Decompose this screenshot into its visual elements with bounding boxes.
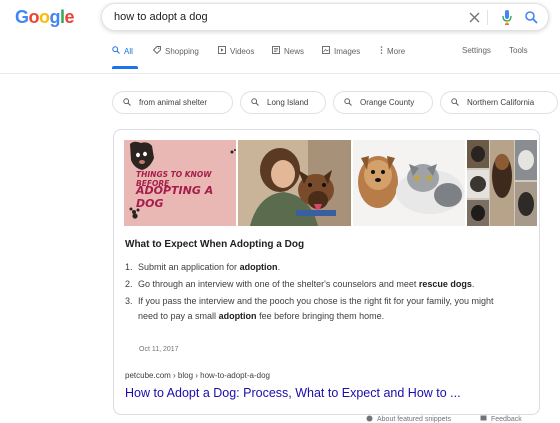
tab-label: Videos	[230, 46, 255, 56]
featured-snippet-card: THINGS TO KNOW BEFORE ADOPTING A DOG Wha…	[113, 129, 540, 415]
about-featured-snippets[interactable]: About featured snippets	[366, 415, 451, 423]
search-icon	[112, 46, 120, 56]
chip-label: Northern California	[467, 98, 535, 107]
google-logo[interactable]: G o o g l e	[15, 7, 75, 28]
result-title-link[interactable]: How to Adopt a Dog: Process, What to Exp…	[125, 386, 461, 400]
source-breadcrumb: petcube.com › blog › how-to-adopt-a-dog	[125, 371, 270, 380]
tab-label: Shopping	[165, 46, 199, 56]
feedback-link[interactable]: Feedback	[480, 415, 522, 423]
logo-letter: G	[15, 7, 29, 27]
snippet-date: Oct 11, 2017	[139, 346, 179, 353]
logo-letter: g	[49, 7, 61, 27]
tab-label: News	[284, 46, 305, 56]
banner-image[interactable]: THINGS TO KNOW BEFORE ADOPTING A DOG	[124, 140, 237, 226]
image-strip: THINGS TO KNOW BEFORE ADOPTING A DOG	[124, 140, 538, 226]
search-icon	[251, 97, 259, 108]
video-icon	[218, 46, 226, 56]
tag-icon	[152, 46, 161, 56]
feedback-label: Feedback	[491, 416, 522, 423]
tab-all[interactable]: All	[112, 46, 133, 56]
chip-label: Long Island	[267, 98, 309, 107]
refinement-chip[interactable]: from animal shelter	[112, 91, 233, 114]
search-input[interactable]	[114, 7, 454, 27]
more-icon	[380, 46, 383, 56]
logo-letter: o	[39, 7, 50, 27]
tab-news[interactable]: News	[272, 46, 304, 56]
help-icon	[366, 415, 373, 423]
snippet-title: What to Expect When Adopting a Dog	[125, 239, 305, 250]
about-label: About featured snippets	[377, 416, 451, 423]
step-number: 1.	[125, 262, 133, 272]
list-item: 3. If you pass the interview and the poo…	[125, 294, 505, 324]
step-text: If you pass the interview and the pooch …	[138, 296, 494, 321]
search-divider	[487, 10, 488, 25]
refinement-chip[interactable]: Long Island	[240, 91, 326, 114]
tab-videos[interactable]: Videos	[218, 46, 254, 56]
banner-text-line2: ADOPTING A DOG	[136, 184, 214, 210]
clear-icon[interactable]	[466, 9, 482, 25]
image-icon	[322, 46, 330, 56]
tools-link[interactable]: Tools	[509, 46, 528, 55]
photo-dog-and-cat[interactable]	[352, 140, 466, 226]
chip-label: from animal shelter	[139, 98, 208, 107]
step-text: Go through an interview with one of the …	[138, 279, 475, 289]
logo-letter: e	[64, 7, 75, 27]
photo-woman-dog[interactable]	[238, 140, 351, 226]
steps-list: 1. Submit an application for adoption. 2…	[125, 260, 505, 326]
search-icon	[451, 97, 459, 108]
refinement-chip[interactable]: Orange County	[333, 91, 433, 114]
tab-label: More	[387, 46, 406, 56]
header-divider	[0, 73, 560, 74]
photo-dog-collage[interactable]	[467, 140, 538, 226]
search-tabs: All Shopping Videos News Images More Set…	[112, 46, 548, 62]
step-number: 3.	[125, 296, 133, 306]
tab-shopping[interactable]: Shopping	[152, 46, 199, 56]
search-box[interactable]	[101, 3, 549, 31]
microphone-icon[interactable]	[499, 9, 515, 25]
tab-more[interactable]: More	[380, 46, 405, 56]
tab-images[interactable]: Images	[322, 46, 360, 56]
search-icon	[344, 97, 352, 108]
step-number: 2.	[125, 279, 133, 289]
search-icon[interactable]	[523, 9, 539, 25]
refinement-chip[interactable]: Northern California	[440, 91, 558, 114]
step-text: Submit an application for adoption.	[138, 262, 281, 272]
tab-label: Images	[334, 46, 361, 56]
chip-label: Orange County	[360, 98, 415, 107]
settings-link[interactable]: Settings	[462, 46, 491, 55]
active-tab-indicator	[112, 66, 138, 69]
list-item: 1. Submit an application for adoption.	[125, 260, 505, 275]
tools-label: Tools	[509, 46, 528, 55]
search-icon	[123, 97, 131, 108]
feedback-icon	[480, 415, 487, 423]
tab-label: All	[124, 46, 133, 56]
settings-label: Settings	[462, 46, 491, 55]
logo-letter: o	[28, 7, 40, 27]
list-item: 2. Go through an interview with one of t…	[125, 277, 505, 292]
news-icon	[272, 46, 280, 56]
